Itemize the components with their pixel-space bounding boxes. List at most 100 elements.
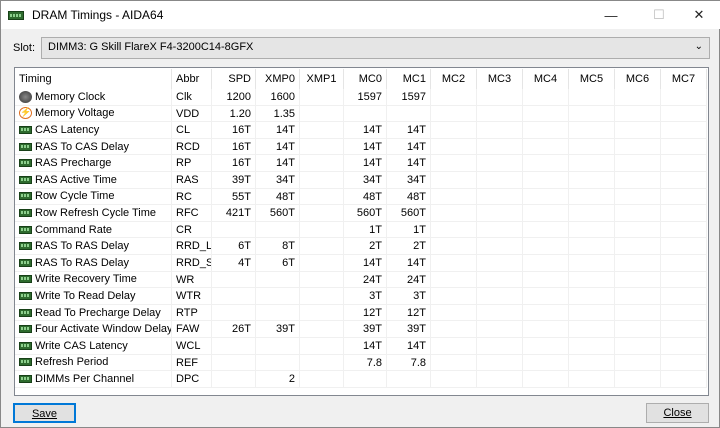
xmp1-cell: [300, 188, 344, 206]
column-header-mc7[interactable]: MC7: [661, 69, 707, 89]
mc5-cell: [569, 354, 615, 372]
mc6-cell: [615, 255, 661, 272]
ram-icon: [19, 325, 32, 334]
table-row[interactable]: Row Refresh Cycle Time RFC 421T 560T 560T 560…: [15, 205, 708, 222]
minimize-button[interactable]: —: [589, 1, 633, 29]
table-row[interactable]: RAS Active Time RAS 39T 34T 34T 34T: [15, 172, 708, 189]
mc6-cell: [615, 321, 661, 338]
spd-cell: [212, 338, 256, 355]
mc1-cell: 14T: [387, 122, 431, 139]
table-row[interactable]: RAS To CAS Delay RCD 16T 14T 14T 14T: [15, 138, 708, 156]
mc3-cell: [477, 371, 523, 388]
mc2-cell: [431, 105, 477, 123]
xmp1-cell: [300, 321, 344, 338]
mc2-cell: [431, 138, 477, 156]
column-header-mc0[interactable]: MC0: [344, 69, 387, 89]
timing-name: Write To Read Delay: [35, 289, 136, 302]
abbr-cell: FAW: [172, 321, 212, 338]
column-header-mc3[interactable]: MC3: [477, 69, 523, 89]
spd-cell: 6T: [212, 238, 256, 255]
table-row[interactable]: Write CAS Latency WCL 14T 14T: [15, 338, 708, 355]
timing-name: RAS To CAS Delay: [35, 140, 129, 153]
mc2-cell: [431, 338, 477, 355]
xmp1-cell: [300, 105, 344, 123]
spd-cell: [212, 221, 256, 239]
column-header-abbr[interactable]: Abbr: [172, 69, 212, 89]
spd-cell: 16T: [212, 155, 256, 172]
mc1-cell: 7.8: [387, 354, 431, 372]
save-button[interactable]: Save: [13, 403, 76, 423]
timing-name: Row Refresh Cycle Time: [35, 206, 157, 219]
mc0-cell: 560T: [344, 205, 387, 222]
mc4-cell: [523, 221, 569, 239]
close-window-button[interactable]: ✕: [677, 1, 720, 29]
table-row[interactable]: Row Cycle Time RC 55T 48T 48T 48T: [15, 188, 708, 206]
chevron-down-icon: ⌄: [694, 41, 703, 52]
xmp1-cell: [300, 155, 344, 172]
mc7-cell: [661, 89, 707, 106]
spd-cell: [212, 371, 256, 388]
mc1-cell: 14T: [387, 138, 431, 156]
table-row[interactable]: DIMMs Per Channel DPC 2: [15, 371, 708, 388]
spd-cell: [212, 304, 256, 322]
xmp1-cell: [300, 205, 344, 222]
mc0-cell: 1597: [344, 89, 387, 106]
table-row[interactable]: Write Recovery Time WR 24T 24T: [15, 271, 708, 289]
table-row[interactable]: ⚡ Memory Voltage VDD 1.20 1.35: [15, 105, 708, 123]
mc7-cell: [661, 238, 707, 255]
xmp1-cell: [300, 138, 344, 156]
column-header-xmp1[interactable]: XMP1: [300, 69, 344, 89]
maximize-button[interactable]: ☐: [637, 1, 681, 29]
mc4-cell: [523, 138, 569, 156]
close-button[interactable]: Close: [646, 403, 709, 423]
xmp1-cell: [300, 271, 344, 289]
mc4-cell: [523, 105, 569, 123]
column-header-mc2[interactable]: MC2: [431, 69, 477, 89]
table-row[interactable]: RAS To RAS Delay RRD_L 6T 8T 2T 2T: [15, 238, 708, 255]
ram-icon: [19, 159, 32, 168]
ram-icon: [19, 142, 32, 151]
mc6-cell: [615, 155, 661, 172]
column-header-mc4[interactable]: MC4: [523, 69, 569, 89]
mc7-cell: [661, 288, 707, 305]
mc2-cell: [431, 205, 477, 222]
mc7-cell: [661, 188, 707, 206]
mc2-cell: [431, 371, 477, 388]
column-header-timing[interactable]: Timing: [15, 69, 172, 89]
abbr-cell: CR: [172, 221, 212, 239]
column-header-xmp0[interactable]: XMP0: [256, 69, 300, 89]
table-row[interactable]: Refresh Period REF 7.8 7.8: [15, 354, 708, 372]
mc2-cell: [431, 122, 477, 139]
mc0-cell: 14T: [344, 138, 387, 156]
timing-name: RAS To RAS Delay: [35, 256, 129, 269]
table-row[interactable]: Write To Read Delay WTR 3T 3T: [15, 288, 708, 305]
mc6-cell: [615, 172, 661, 189]
xmp0-cell: 6T: [256, 255, 300, 272]
mc0-cell: [344, 105, 387, 123]
column-header-mc6[interactable]: MC6: [615, 69, 661, 89]
column-header-mc1[interactable]: MC1: [387, 69, 431, 89]
table-row[interactable]: Command Rate CR 1T 1T: [15, 221, 708, 239]
abbr-cell: WR: [172, 271, 212, 289]
mc4-cell: [523, 188, 569, 206]
spd-cell: 421T: [212, 205, 256, 222]
column-header-mc5[interactable]: MC5: [569, 69, 615, 89]
mc5-cell: [569, 205, 615, 222]
mc4-cell: [523, 89, 569, 106]
timing-name-cell: RAS Active Time: [15, 172, 172, 189]
slot-select[interactable]: DIMM3: G Skill FlareX F4-3200C14-8GFX ⌄: [41, 37, 710, 59]
column-header-spd[interactable]: SPD: [212, 69, 256, 89]
table-row[interactable]: CAS Latency CL 16T 14T 14T 14T: [15, 122, 708, 139]
ram-icon: [19, 291, 32, 300]
table-row[interactable]: RAS To RAS Delay RRD_S 4T 6T 14T 14T: [15, 255, 708, 272]
mc5-cell: [569, 89, 615, 106]
mc4-cell: [523, 238, 569, 255]
table-row[interactable]: RAS Precharge RP 16T 14T 14T 14T: [15, 155, 708, 172]
ram-icon: [19, 225, 32, 234]
xmp0-cell: [256, 288, 300, 305]
mc6-cell: [615, 338, 661, 355]
mc6-cell: [615, 288, 661, 305]
table-row[interactable]: Memory Clock Clk 1200 1600 1597 1597: [15, 89, 708, 106]
table-row[interactable]: Four Activate Window Delay FAW 26T 39T 39T 39…: [15, 321, 708, 338]
table-row[interactable]: Read To Precharge Delay RTP 12T 12T: [15, 304, 708, 322]
